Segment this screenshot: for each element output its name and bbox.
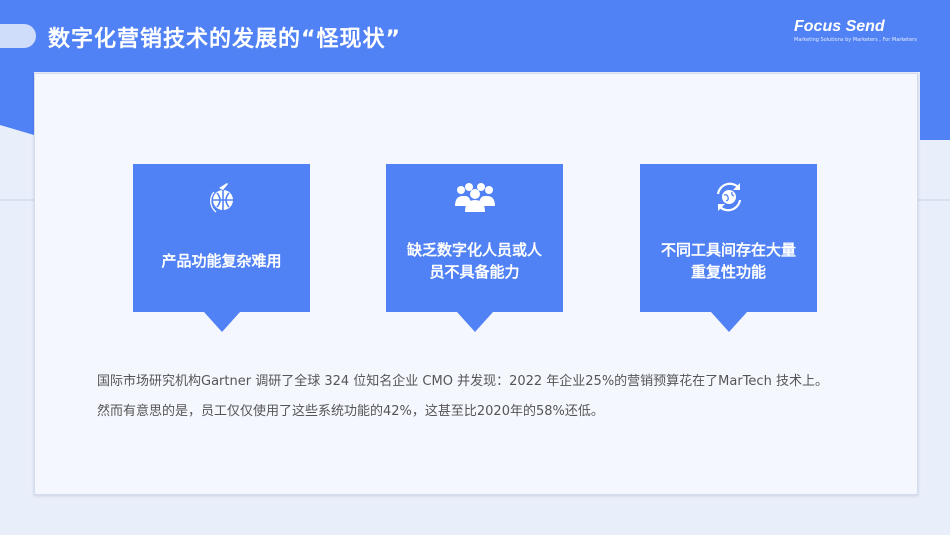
issue-box-lack-talent: 缺乏数字化人员或人员不具备能力 bbox=[386, 164, 563, 332]
logo: Focus Send Marketing Solutions by Market… bbox=[794, 18, 917, 43]
box-pointer bbox=[203, 312, 240, 332]
page-title: 数字化营销技术的发展的“怪现状” bbox=[48, 27, 401, 52]
issue-box-complex-products: 产品功能复杂难用 bbox=[133, 164, 310, 332]
sync-globe-icon bbox=[640, 180, 817, 214]
paragraph-gartner: 国际市场研究机构Gartner 调研了全球 324 位知名企业 CMO 并发现：… bbox=[97, 374, 828, 389]
globe-plane-icon bbox=[133, 180, 310, 214]
box-pointer bbox=[710, 312, 747, 332]
people-group-icon bbox=[386, 180, 563, 214]
box-pointer bbox=[456, 312, 493, 332]
issue-box-duplicate-features: 不同工具间存在大量重复性功能 bbox=[640, 164, 817, 332]
paragraph-usage: 然而有意思的是，员工仅仅使用了这些系统功能的42%，这甚至比2020年的58%还… bbox=[97, 404, 604, 419]
title-accent-pill bbox=[0, 24, 36, 48]
body-text: 国际市场研究机构Gartner 调研了全球 324 位知名企业 CMO 并发现：… bbox=[97, 372, 837, 421]
